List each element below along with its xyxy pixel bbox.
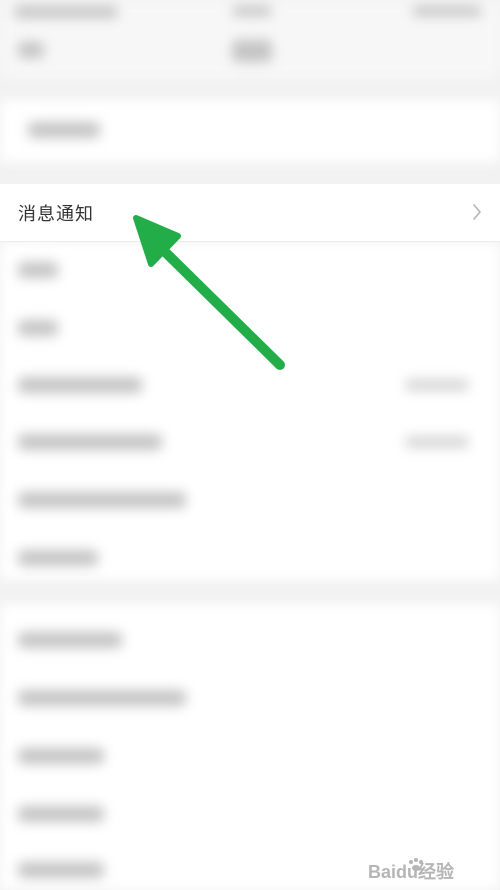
chevron-right-icon (473, 204, 481, 220)
watermark-logo: Baidu经验 (368, 858, 455, 882)
blurred-settings-group-2 (0, 604, 500, 890)
blurred-background (0, 0, 500, 890)
blurred-settings-group (0, 242, 500, 580)
notifications-setting-row[interactable]: 消息通知 (0, 184, 500, 242)
blurred-account-row (0, 100, 500, 162)
notifications-setting-label: 消息通知 (18, 204, 94, 225)
watermark-text: Baidu经验 (368, 861, 455, 882)
status-bar (0, 0, 500, 78)
settings-screen: 消息通知 Baidu经验 (0, 0, 500, 890)
